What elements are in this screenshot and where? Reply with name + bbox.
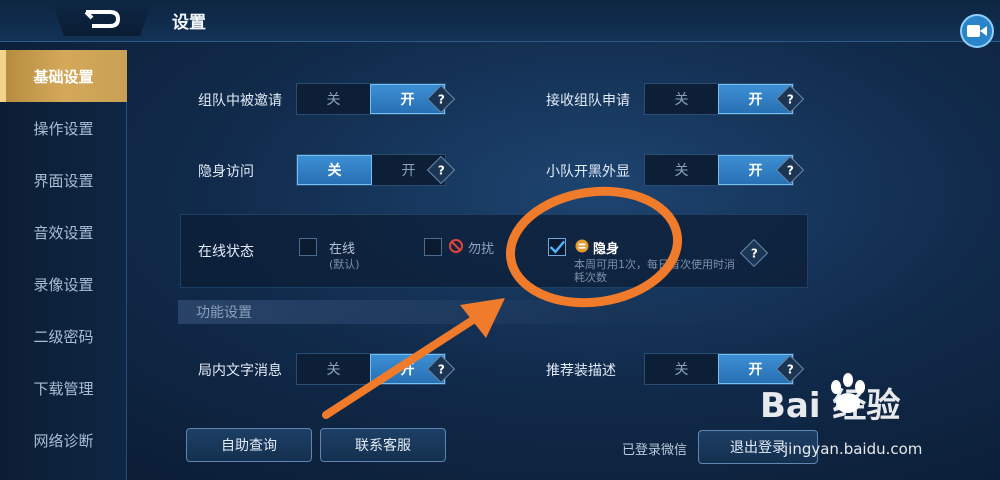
- watermark-logo-text: Bai 经验: [760, 386, 901, 426]
- watermark-url: jingyan.baidu.com: [784, 440, 923, 458]
- annotation-arrow-head: [460, 298, 505, 338]
- annotation-circle: [505, 186, 683, 308]
- annotation-arrow-shaft: [322, 314, 480, 419]
